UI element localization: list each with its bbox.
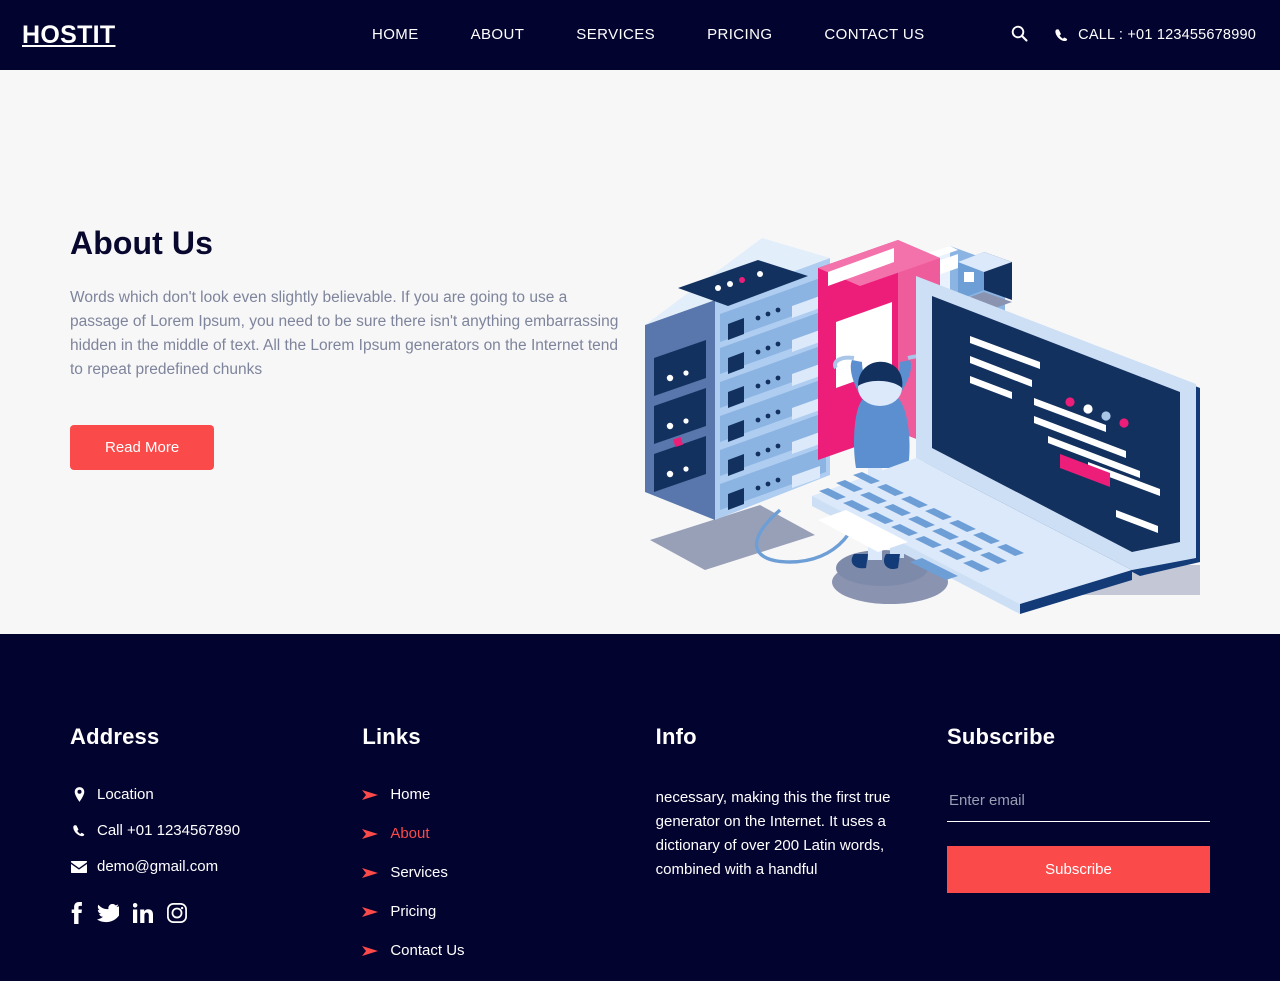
footer-column-links: Links Home About Services Pricing Contac… <box>362 724 655 981</box>
address-email-label: demo@gmail.com <box>97 858 219 875</box>
nav-link-about[interactable]: ABOUT <box>471 26 525 43</box>
footer-columns: Address Location Call +01 1234567890 dem… <box>0 724 1280 981</box>
linkedin-link[interactable] <box>132 903 153 928</box>
about-hero-section: About Us Words which don't look even sli… <box>0 70 1280 634</box>
address-phone-label: Call +01 1234567890 <box>97 822 241 839</box>
nav-item-contact-us[interactable]: CONTACT US <box>824 26 924 44</box>
call-phone-link[interactable]: CALL : +01 123455678990 <box>1054 27 1256 43</box>
info-paragraph: necessary, making this the first true ge… <box>655 789 891 878</box>
footer-column-subscribe: Subscribe Subscribe <box>946 724 1210 981</box>
instagram-icon <box>167 903 187 928</box>
search-icon <box>1011 25 1028 45</box>
site-footer: Address Location Call +01 1234567890 dem… <box>0 634 1280 981</box>
footer-link-pricing-label: Pricing <box>390 903 437 920</box>
address-row-location[interactable]: Location <box>70 786 362 803</box>
subscribe-heading: Subscribe <box>946 724 1056 749</box>
navbar: HOSTIT HOME ABOUT SERVICES PRICING CONTA… <box>0 0 1280 70</box>
address-row-phone[interactable]: Call +01 1234567890 <box>70 822 362 839</box>
footer-column-address: Address Location Call +01 1234567890 dem… <box>70 724 362 981</box>
arrow-right-icon <box>362 789 379 801</box>
search-button[interactable] <box>1011 25 1028 45</box>
footer-link-about-label: About <box>390 825 430 842</box>
arrow-right-icon <box>362 945 379 957</box>
nav-item-about[interactable]: ABOUT <box>471 26 525 44</box>
facebook-icon <box>70 902 83 929</box>
nav-link-contact-us[interactable]: CONTACT US <box>824 26 924 43</box>
facebook-link[interactable] <box>70 902 83 929</box>
footer-link-about[interactable]: About <box>362 825 655 842</box>
hosting-isometric-illustration <box>640 210 1240 630</box>
page-title: About Us <box>70 225 214 261</box>
arrow-right-icon <box>362 867 379 879</box>
arrow-right-icon <box>362 828 379 840</box>
read-more-button[interactable]: Read More <box>70 425 215 470</box>
footer-link-services-label: Services <box>390 864 448 881</box>
phone-icon <box>1054 28 1069 43</box>
envelope-icon <box>70 860 88 873</box>
links-heading: Links <box>362 724 421 749</box>
linkedin-icon <box>132 903 153 928</box>
address-row-email[interactable]: demo@gmail.com <box>70 858 362 875</box>
instagram-link[interactable] <box>167 903 187 928</box>
twitter-link[interactable] <box>97 903 123 928</box>
hero-text-block: About Us Words which don't look even sli… <box>0 70 618 470</box>
footer-link-contact-us[interactable]: Contact Us <box>362 942 655 959</box>
nav-item-pricing[interactable]: PRICING <box>707 26 772 44</box>
footer-link-home-label: Home <box>390 786 431 803</box>
nav-item-services[interactable]: SERVICES <box>576 26 655 44</box>
address-location-label: Location <box>97 786 154 803</box>
arrow-right-icon <box>362 906 379 918</box>
nav-link-pricing[interactable]: PRICING <box>707 26 772 43</box>
brand-logo[interactable]: HOSTIT <box>22 21 115 50</box>
subscribe-email-input[interactable] <box>946 786 1210 822</box>
hero-paragraph: Words which don't look even slightly bel… <box>70 289 619 378</box>
social-links <box>70 902 362 929</box>
phone-icon <box>70 824 88 838</box>
footer-link-pricing[interactable]: Pricing <box>362 903 655 920</box>
footer-link-contact-us-label: Contact Us <box>390 942 465 959</box>
navbar-right-cluster: CALL : +01 123455678990 <box>1011 25 1256 45</box>
subscribe-button[interactable]: Subscribe <box>946 846 1210 893</box>
primary-navigation: HOME ABOUT SERVICES PRICING CONTACT US <box>372 26 925 44</box>
map-pin-icon <box>70 787 88 802</box>
info-heading: Info <box>655 724 697 749</box>
address-heading: Address <box>70 724 160 749</box>
footer-link-home[interactable]: Home <box>362 786 655 803</box>
footer-link-services[interactable]: Services <box>362 864 655 881</box>
nav-link-home[interactable]: HOME <box>372 26 419 43</box>
twitter-icon <box>97 903 123 928</box>
nav-link-services[interactable]: SERVICES <box>576 26 655 43</box>
call-text: CALL : +01 123455678990 <box>1078 27 1256 43</box>
footer-column-info: Info necessary, making this the first tr… <box>656 724 947 981</box>
nav-item-home[interactable]: HOME <box>372 26 419 44</box>
